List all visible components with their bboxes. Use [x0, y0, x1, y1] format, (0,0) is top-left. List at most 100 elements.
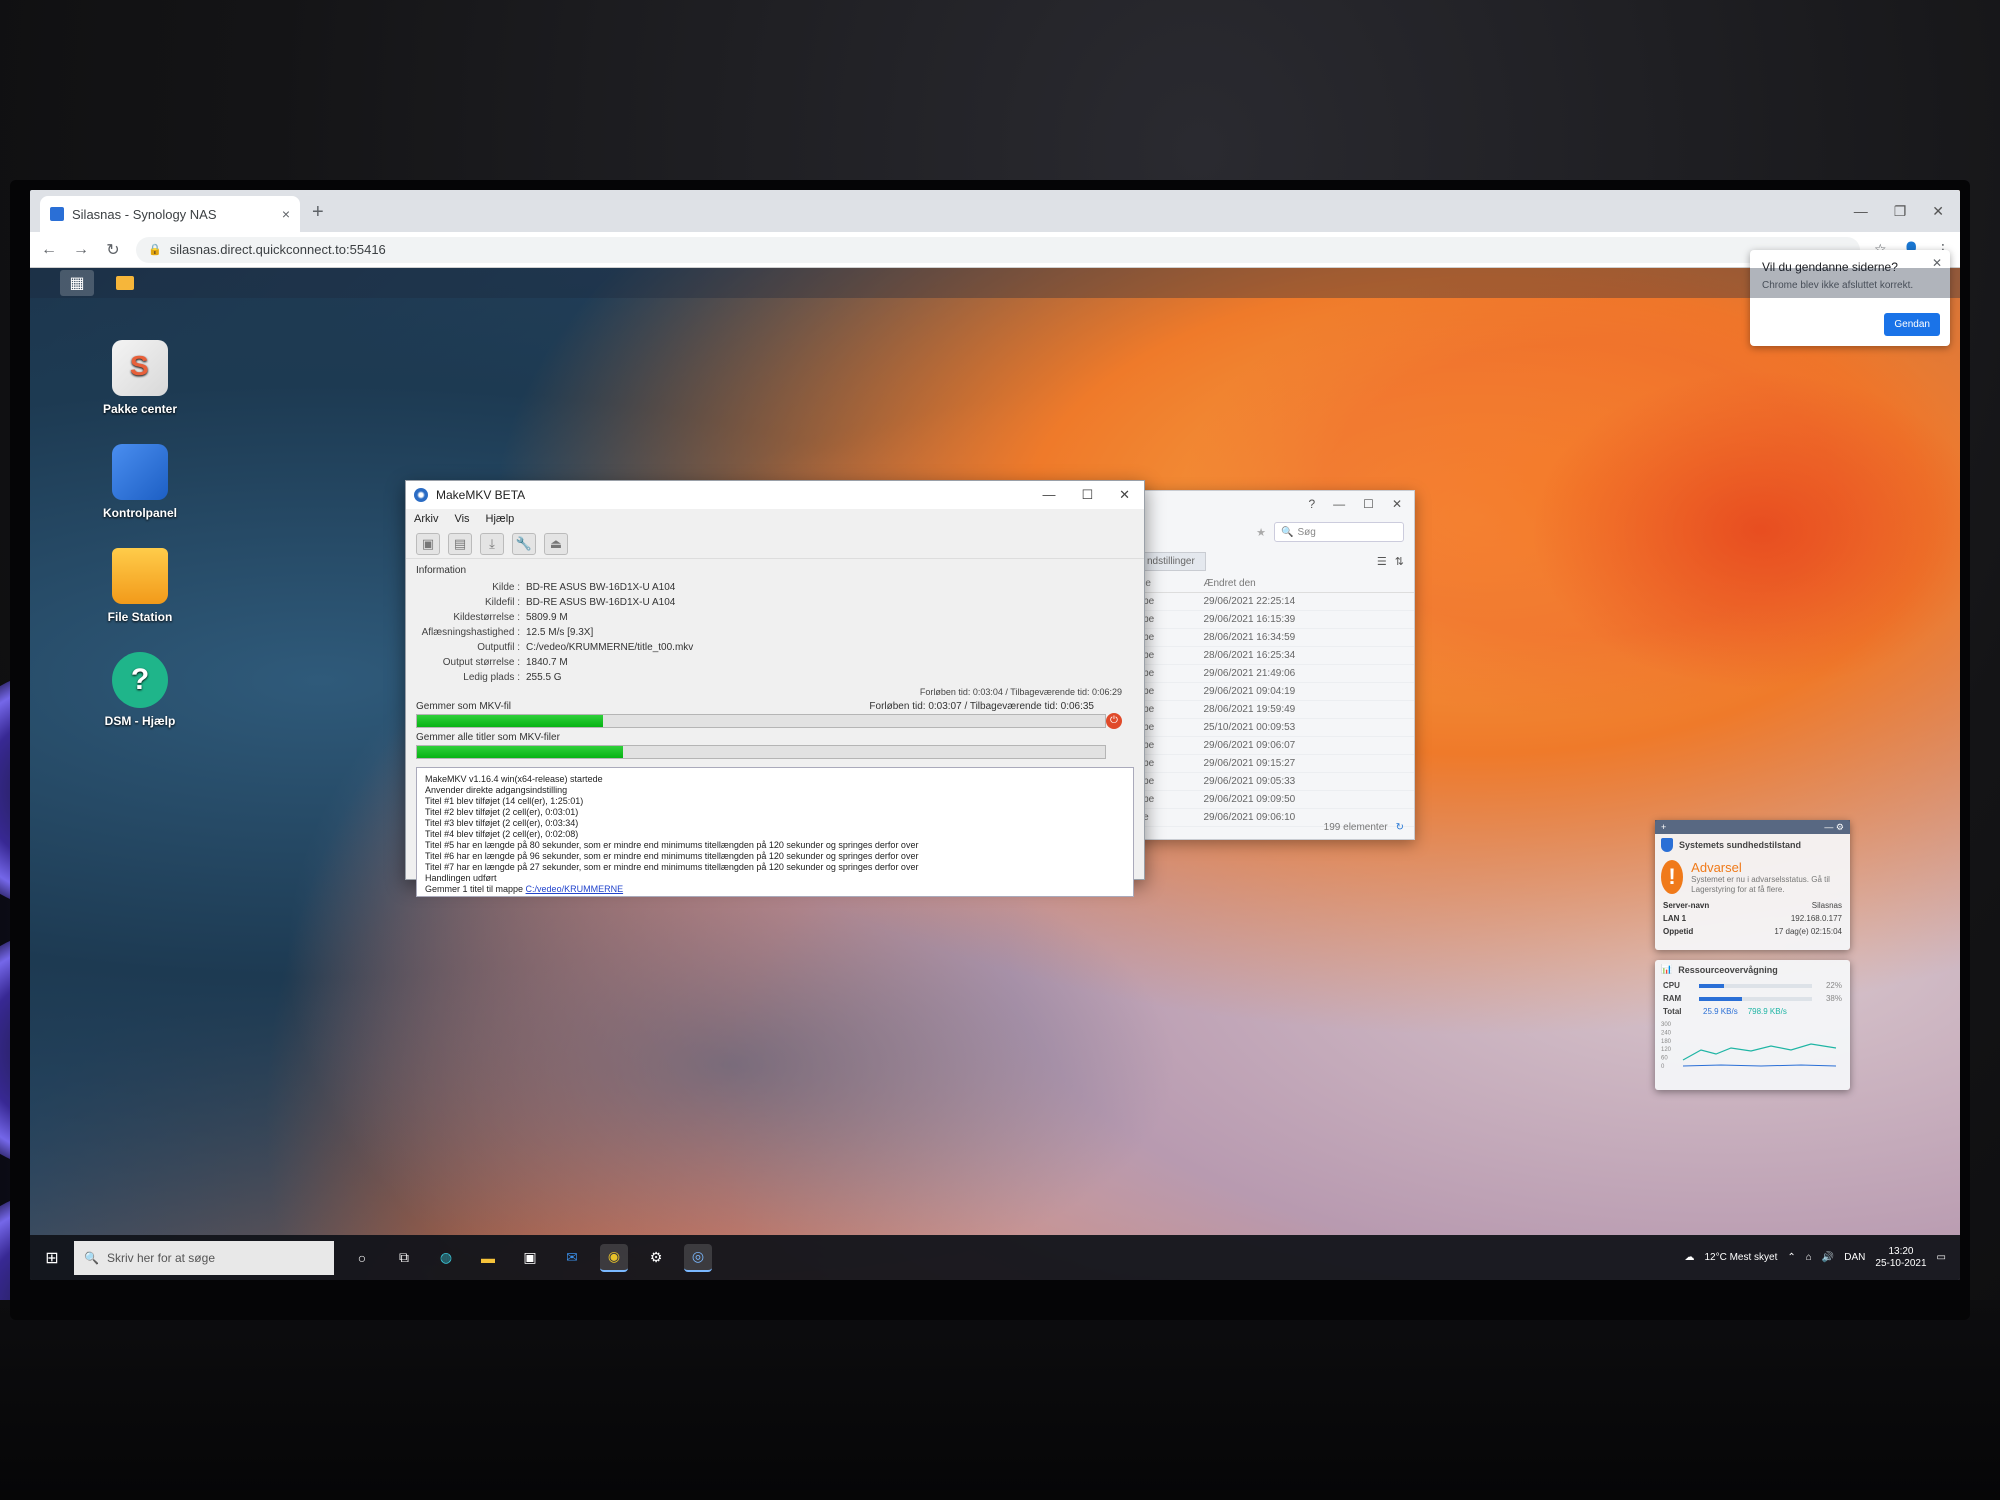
package-center-shortcut[interactable]: Pakke center [85, 340, 195, 416]
dsm-help-shortcut[interactable]: ? DSM - Hjælp [85, 652, 195, 728]
cortana-icon[interactable]: ○ [348, 1244, 376, 1272]
status-message[interactable]: Systemet er nu i advarselsstatus. Gå til… [1691, 875, 1844, 895]
back-icon[interactable]: ← [40, 241, 58, 259]
file-station-taskbar-icon[interactable] [108, 270, 142, 296]
menu-arkiv[interactable]: Arkiv [414, 513, 438, 525]
makemkv-taskbar-icon[interactable]: ◎ [684, 1243, 712, 1272]
forward-icon[interactable]: → [72, 241, 90, 259]
progress-fill [417, 746, 624, 758]
windows-start-icon[interactable]: ⊞ [30, 1248, 74, 1268]
graph-tick-label: 180 [1661, 1039, 1672, 1045]
main-menu-grid-icon[interactable]: ▦ [60, 270, 94, 296]
reload-icon[interactable]: ↻ [104, 240, 122, 260]
settings-wrench-icon[interactable]: 🔧 [512, 532, 536, 555]
table-row[interactable]: appe29/06/2021 09:05:33 [1126, 772, 1414, 791]
control-panel-shortcut[interactable]: Kontrolpanel [85, 444, 195, 520]
close-icon[interactable]: ✕ [1392, 497, 1402, 511]
notification-icon[interactable]: ▭ [1937, 1252, 1946, 1263]
address-bar[interactable]: 🔒 silasnas.direct.quickconnect.to:55416 [136, 236, 1860, 263]
graph-tick-label: 240 [1661, 1030, 1672, 1036]
graph-tick-label: 120 [1661, 1047, 1672, 1053]
table-row[interactable]: appe25/10/2021 00:09:53 [1126, 718, 1414, 737]
weather-text[interactable]: 12°C Mest skyet [1704, 1252, 1777, 1263]
table-row[interactable]: appe29/06/2021 09:04:19 [1126, 682, 1414, 701]
taskbar-search[interactable]: 🔍 Skriv her for at søge [74, 1240, 334, 1275]
new-tab-button[interactable]: + [312, 201, 324, 224]
file-station-shortcut[interactable]: File Station [85, 548, 195, 624]
desktop-icon-label: Kontrolpanel [103, 506, 177, 520]
maximize-icon[interactable]: ☐ [1363, 497, 1374, 511]
log-line: Anvender direkte adgangsindstilling [425, 785, 568, 795]
widget-menu-icon[interactable]: — ⚙ [1824, 822, 1844, 833]
info-value: BD-RE ASUS BW-16D1X-U A104 [526, 597, 676, 608]
minimize-icon[interactable]: — [1042, 487, 1055, 503]
graph-tick-label: 0 [1661, 1064, 1665, 1070]
edge-icon[interactable]: ◍ [432, 1244, 460, 1272]
cell-modified: 28/06/2021 16:25:34 [1197, 646, 1414, 665]
desk [0, 1300, 2000, 1500]
maximize-icon[interactable]: ☐ [1081, 487, 1093, 503]
task-view-icon[interactable]: ⧉ [390, 1244, 418, 1272]
info-header: Information [416, 565, 467, 576]
network-row: Total 25.9 KB/s 798.9 KB/s [1663, 1007, 1787, 1016]
clock[interactable]: 13:20 25-10-2021 [1875, 1246, 1926, 1270]
cell-modified: 29/06/2021 09:15:27 [1197, 754, 1414, 773]
fs-search-input[interactable]: 🔍 Søg [1274, 522, 1404, 542]
file-explorer-icon[interactable]: ▬ [474, 1244, 502, 1272]
close-icon[interactable]: ✕ [1932, 203, 1944, 220]
table-row[interactable]: appe29/06/2021 21:49:06 [1126, 664, 1414, 683]
sort-icon[interactable]: ⇅ [1395, 555, 1404, 568]
open-disc-icon[interactable]: ▣ [416, 532, 440, 555]
output-folder-link[interactable]: C:/vedeo/KRUMMERNE [526, 884, 624, 894]
tray-chevron-icon[interactable]: ⌃ [1787, 1252, 1795, 1263]
table-row[interactable]: appe29/06/2021 09:06:07 [1126, 736, 1414, 755]
close-icon[interactable]: ✕ [1119, 487, 1130, 503]
browser-tab[interactable]: Silasnas - Synology NAS × [40, 196, 300, 232]
backup-icon[interactable]: ⤓ [480, 532, 504, 555]
table-row[interactable]: appe28/06/2021 16:34:59 [1126, 628, 1414, 647]
store-icon[interactable]: ▣ [516, 1244, 544, 1272]
stop-icon[interactable]: ⏻ [1106, 713, 1122, 729]
favorite-star-icon[interactable]: ★ [1256, 526, 1266, 539]
table-row[interactable]: appe28/06/2021 16:25:34 [1126, 646, 1414, 665]
help-icon[interactable]: ? [1308, 497, 1315, 511]
steam-icon[interactable]: ⚙ [642, 1244, 670, 1272]
shield-icon [1661, 838, 1673, 852]
log-output[interactable]: MakeMKV v1.16.4 win(x64-release) started… [416, 767, 1134, 897]
search-icon: 🔍 [1281, 526, 1294, 538]
server-name-row: Server-navn Silasnas [1663, 901, 1842, 910]
cell-modified: 28/06/2021 19:59:49 [1197, 700, 1414, 719]
monitor-icon: 📊 [1661, 964, 1673, 974]
menu-hjaelp[interactable]: Hjælp [486, 513, 515, 525]
system-tray: ☁ 12°C Mest skyet ⌃ ⌂ 🔊 DAN 13:20 25-10-… [1684, 1246, 1960, 1270]
mail-icon[interactable]: ✉ [558, 1244, 586, 1272]
info-label: Output størrelse : [442, 657, 520, 668]
list-view-icon[interactable]: ☰ [1377, 555, 1387, 568]
settings-tab[interactable]: ndstillinger [1136, 551, 1206, 571]
table-row[interactable]: appe29/06/2021 09:15:27 [1126, 754, 1414, 773]
tab-close-icon[interactable]: × [282, 206, 290, 222]
chrome-icon[interactable]: ◉ [600, 1243, 628, 1272]
minimize-icon[interactable]: — [1854, 203, 1868, 220]
network-icon[interactable]: ⌂ [1806, 1252, 1812, 1263]
volume-icon[interactable]: 🔊 [1822, 1252, 1834, 1263]
table-row[interactable]: appe29/06/2021 22:25:14 [1126, 592, 1414, 611]
progress-label: Gemmer alle titler som MKV-filer [416, 732, 560, 743]
add-widget-icon[interactable]: + [1661, 822, 1666, 832]
log-line: Handlingen udført [425, 873, 497, 883]
table-row[interactable]: appe29/06/2021 09:09:50 [1126, 790, 1414, 809]
minimize-icon[interactable]: — [1333, 497, 1345, 511]
maximize-icon[interactable]: ❐ [1894, 203, 1907, 220]
cell-modified: 25/10/2021 00:09:53 [1197, 718, 1414, 737]
table-row[interactable]: appe29/06/2021 16:15:39 [1126, 610, 1414, 629]
table-row[interactable]: appe28/06/2021 19:59:49 [1126, 700, 1414, 719]
language-indicator[interactable]: DAN [1844, 1252, 1865, 1263]
menu-vis[interactable]: Vis [454, 513, 469, 525]
desktop-icons: Pakke center Kontrolpanel File Station ?… [85, 340, 195, 756]
refresh-icon[interactable]: ↻ [1396, 822, 1404, 833]
info-panel: Information Kilde : BD-RE ASUS BW-16D1X-U… [406, 559, 1144, 697]
open-files-icon[interactable]: ▤ [448, 532, 472, 555]
column-modified[interactable]: Ændret den [1197, 575, 1414, 593]
restore-button[interactable]: Gendan [1884, 313, 1940, 336]
eject-icon[interactable]: ⏏ [544, 532, 568, 555]
